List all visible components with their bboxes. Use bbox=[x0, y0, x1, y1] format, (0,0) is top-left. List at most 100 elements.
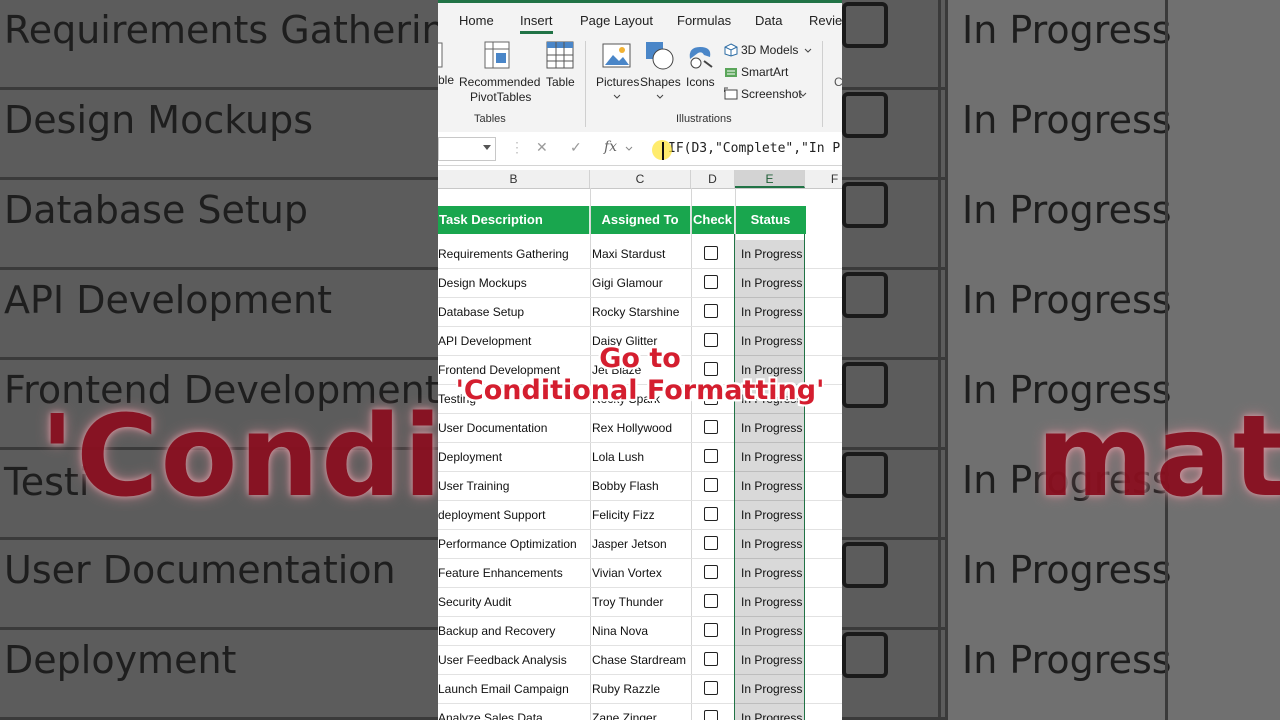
task-cell[interactable]: User Feedback Analysis bbox=[438, 653, 588, 667]
table-row[interactable]: Design Mockups Gigi Glamour In Progress bbox=[438, 269, 842, 298]
header-check[interactable]: Check bbox=[691, 206, 735, 234]
assigned-cell[interactable]: Chase Stardream bbox=[592, 653, 688, 667]
table-row[interactable]: Deployment Lola Lush In Progress bbox=[438, 443, 842, 472]
header-status[interactable]: Status bbox=[735, 206, 806, 234]
check-checkbox[interactable] bbox=[704, 246, 718, 260]
column-header-d[interactable]: D bbox=[691, 170, 735, 188]
assigned-cell[interactable]: Gigi Glamour bbox=[592, 276, 688, 290]
table-row[interactable]: Performance Optimization Jasper Jetson I… bbox=[438, 530, 842, 559]
chevron-down-icon bbox=[625, 146, 633, 151]
check-checkbox[interactable] bbox=[704, 681, 718, 695]
bg-row-text: Database Setup bbox=[4, 188, 308, 232]
column-header-b[interactable]: B bbox=[438, 170, 590, 188]
assigned-cell[interactable]: Rocky Starshine bbox=[592, 305, 688, 319]
insert-function-icon[interactable]: fx bbox=[604, 139, 617, 155]
task-cell[interactable]: Launch Email Campaign bbox=[438, 682, 588, 696]
check-checkbox[interactable] bbox=[704, 565, 718, 579]
task-cell[interactable]: Design Mockups bbox=[438, 276, 588, 290]
status-cell[interactable]: In Progress bbox=[735, 501, 805, 530]
column-header-f[interactable]: F bbox=[805, 170, 842, 188]
assigned-cell[interactable]: Zane Zinger bbox=[592, 711, 688, 720]
table-row[interactable]: Analyze Sales Data Zane Zinger In Progre… bbox=[438, 704, 842, 720]
check-checkbox[interactable] bbox=[704, 536, 718, 550]
table-row[interactable]: Security Audit Troy Thunder In Progress bbox=[438, 588, 842, 617]
header-task-description[interactable]: Task Description bbox=[438, 206, 590, 234]
status-cell[interactable]: In Progress bbox=[735, 298, 805, 327]
task-cell[interactable]: deployment Support bbox=[438, 508, 588, 522]
table-label: Table bbox=[546, 75, 575, 89]
check-checkbox[interactable] bbox=[704, 652, 718, 666]
check-checkbox[interactable] bbox=[704, 420, 718, 434]
group-separator bbox=[585, 41, 586, 127]
table-row[interactable]: Backup and Recovery Nina Nova In Progres… bbox=[438, 617, 842, 646]
table-row[interactable]: Database Setup Rocky Starshine In Progre… bbox=[438, 298, 842, 327]
table-row[interactable]: Requirements Gathering Maxi Stardust In … bbox=[438, 240, 842, 269]
assigned-cell[interactable]: Troy Thunder bbox=[592, 595, 688, 609]
table-row[interactable]: User Documentation Rex Hollywood In Prog… bbox=[438, 414, 842, 443]
assigned-cell[interactable]: Vivian Vortex bbox=[592, 566, 688, 580]
table-row[interactable]: deployment Support Felicity Fizz In Prog… bbox=[438, 501, 842, 530]
status-cell[interactable]: In Progress bbox=[735, 559, 805, 588]
table-row[interactable]: User Training Bobby Flash In Progress bbox=[438, 472, 842, 501]
status-cell[interactable]: In Progress bbox=[735, 472, 805, 501]
task-cell[interactable]: User Documentation bbox=[438, 421, 588, 435]
task-cell[interactable]: Requirements Gathering bbox=[438, 247, 588, 261]
assigned-cell[interactable]: Jasper Jetson bbox=[592, 537, 688, 551]
column-header-c[interactable]: C bbox=[590, 170, 691, 188]
task-cell[interactable]: User Training bbox=[438, 479, 588, 493]
assigned-cell[interactable]: Rex Hollywood bbox=[592, 421, 688, 435]
task-cell[interactable]: Analyze Sales Data bbox=[438, 711, 588, 720]
check-checkbox[interactable] bbox=[704, 623, 718, 637]
tab-home[interactable]: Home bbox=[459, 13, 494, 28]
task-cell[interactable]: Deployment bbox=[438, 450, 588, 464]
check-checkbox[interactable] bbox=[704, 478, 718, 492]
status-cell[interactable]: In Progress bbox=[735, 530, 805, 559]
tab-data[interactable]: Data bbox=[755, 13, 782, 28]
check-checkbox[interactable] bbox=[704, 449, 718, 463]
status-cell[interactable]: In Progress bbox=[735, 704, 805, 720]
task-cell[interactable]: Database Setup bbox=[438, 305, 588, 319]
cube-icon bbox=[724, 43, 738, 57]
tab-review[interactable]: Review bbox=[809, 13, 842, 28]
assigned-cell[interactable]: Bobby Flash bbox=[592, 479, 688, 493]
check-checkbox[interactable] bbox=[704, 710, 718, 720]
check-checkbox[interactable] bbox=[704, 507, 718, 521]
status-cell[interactable]: In Progress bbox=[735, 269, 805, 298]
assigned-cell[interactable]: Ruby Razzle bbox=[592, 682, 688, 696]
check-checkbox[interactable] bbox=[704, 275, 718, 289]
status-cell[interactable]: In Progress bbox=[735, 646, 805, 675]
status-cell[interactable]: In Progress bbox=[735, 414, 805, 443]
status-cell[interactable]: In Progress bbox=[735, 617, 805, 646]
task-cell[interactable]: Performance Optimization bbox=[438, 537, 588, 551]
tab-insert[interactable]: Insert bbox=[520, 13, 553, 34]
assigned-cell[interactable]: Nina Nova bbox=[592, 624, 688, 638]
assigned-cell[interactable]: Lola Lush bbox=[592, 450, 688, 464]
check-checkbox[interactable] bbox=[704, 594, 718, 608]
header-assigned-to[interactable]: Assigned To bbox=[590, 206, 691, 234]
table-row[interactable]: Launch Email Campaign Ruby Razzle In Pro… bbox=[438, 675, 842, 704]
bg-checkbox bbox=[842, 272, 888, 318]
cancel-icon[interactable]: ✕ bbox=[536, 139, 548, 156]
name-box[interactable] bbox=[438, 137, 496, 161]
check-checkbox[interactable] bbox=[704, 304, 718, 318]
column-header-e[interactable]: E bbox=[735, 170, 805, 188]
status-cell[interactable]: In Progress bbox=[735, 240, 805, 269]
table-row[interactable]: Feature Enhancements Vivian Vortex In Pr… bbox=[438, 559, 842, 588]
assigned-cell[interactable]: Maxi Stardust bbox=[592, 247, 688, 261]
tab-formulas[interactable]: Formulas bbox=[677, 13, 731, 28]
enter-icon[interactable]: ✓ bbox=[570, 139, 582, 156]
status-text: In Progress bbox=[741, 421, 803, 435]
status-text: In Progress bbox=[741, 305, 803, 319]
task-cell[interactable]: Backup and Recovery bbox=[438, 624, 588, 638]
status-cell[interactable]: In Progress bbox=[735, 443, 805, 472]
assigned-cell[interactable]: Felicity Fizz bbox=[592, 508, 688, 522]
chevron-down-icon bbox=[613, 94, 621, 99]
status-cell[interactable]: In Progress bbox=[735, 588, 805, 617]
illustrations-group-label: Illustrations bbox=[676, 113, 732, 125]
formula-input[interactable]: IF(D3,"Complete","In Pr bbox=[668, 141, 842, 156]
task-cell[interactable]: Feature Enhancements bbox=[438, 566, 588, 580]
status-cell[interactable]: In Progress bbox=[735, 675, 805, 704]
tab-page-layout[interactable]: Page Layout bbox=[580, 13, 653, 28]
task-cell[interactable]: Security Audit bbox=[438, 595, 588, 609]
table-row[interactable]: User Feedback Analysis Chase Stardream I… bbox=[438, 646, 842, 675]
